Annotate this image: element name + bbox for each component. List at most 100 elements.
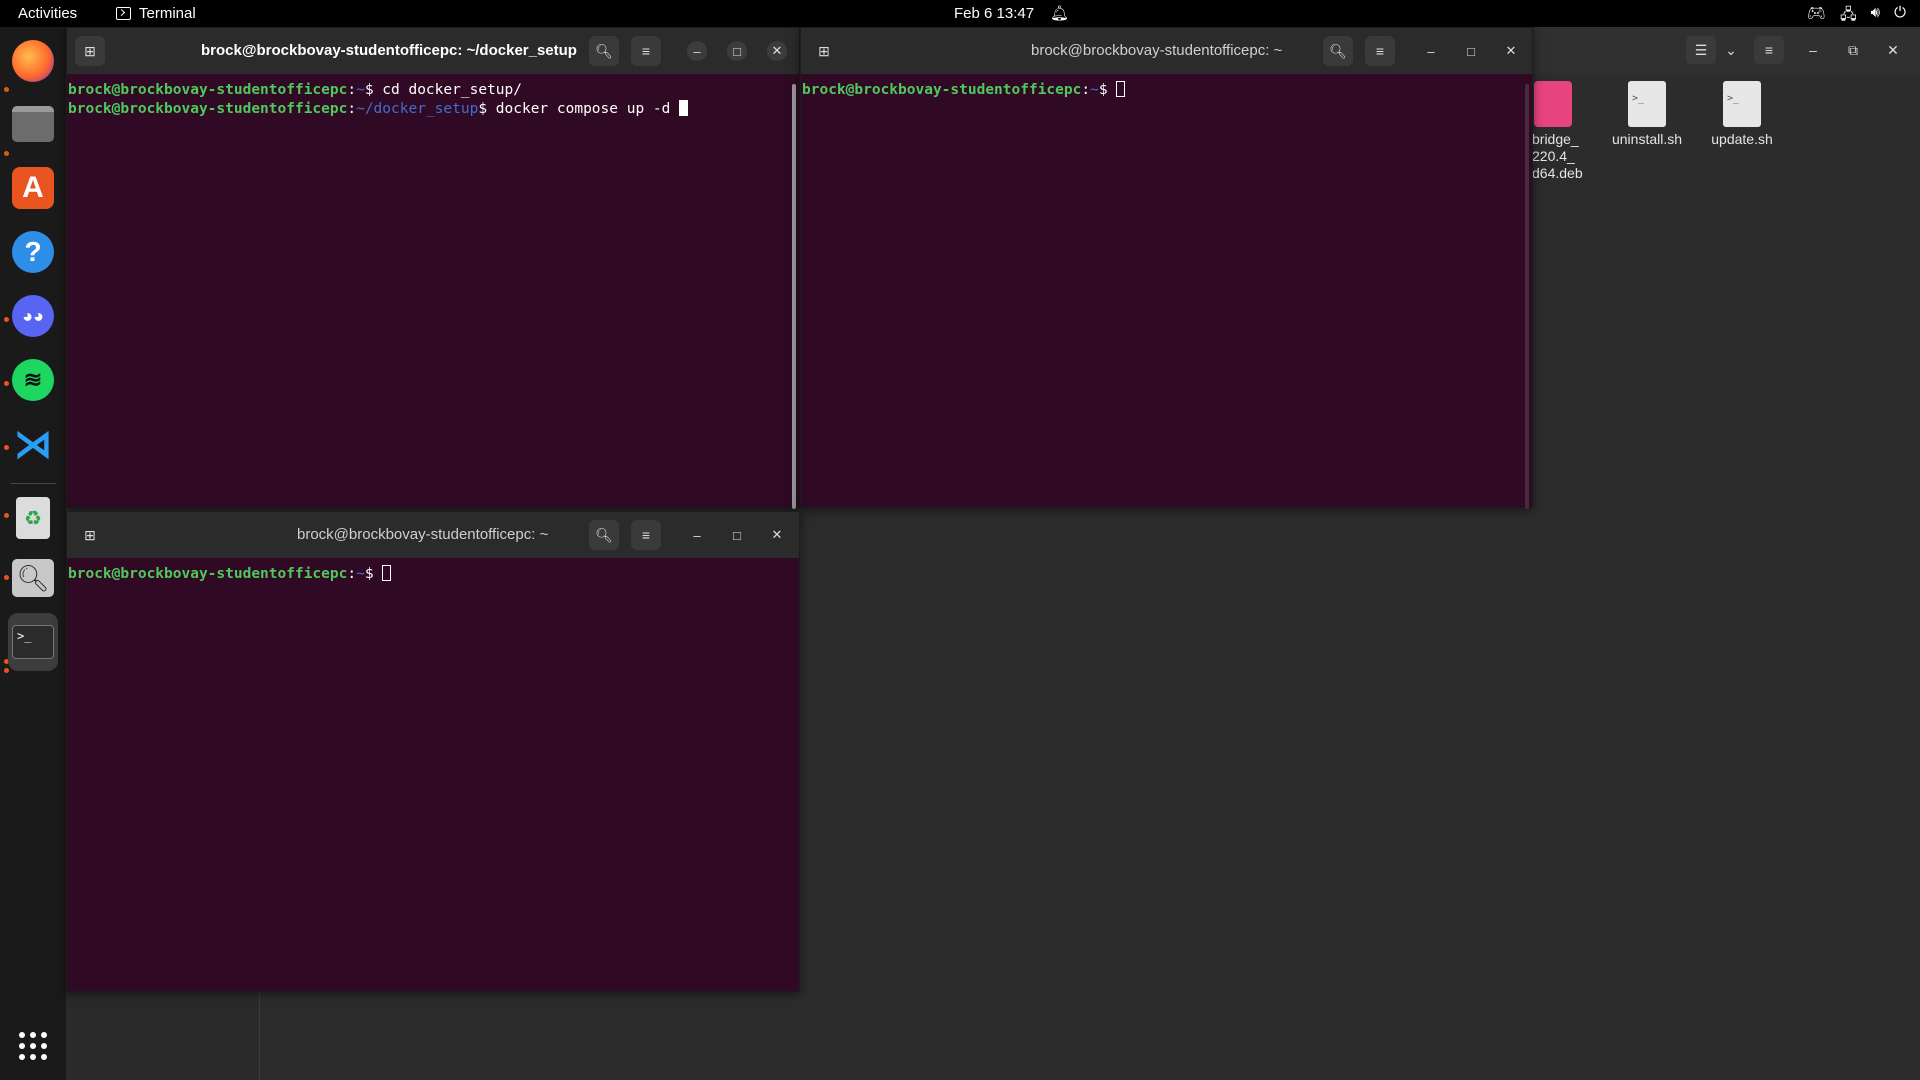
window-title: brock@brockbovay-studentofficepc: ~/dock… — [201, 42, 577, 59]
image-viewer-launcher[interactable]: 🔍︎ — [8, 553, 58, 603]
menu-button[interactable]: ≡ — [631, 520, 661, 550]
background-panel — [66, 992, 260, 1080]
minimize-button[interactable]: – — [687, 41, 707, 61]
app-indicator[interactable]: Terminal — [116, 5, 196, 22]
terminal-output[interactable]: brock@brockbovay-studentofficepc:~$ — [67, 558, 799, 991]
menu-button[interactable]: ≡ — [1365, 36, 1395, 66]
script-file-icon: >_ — [1723, 81, 1761, 127]
terminal-headerbar: ⊞ brock@brockbovay-studentofficepc: ~ 🔍︎… — [67, 512, 799, 558]
terminal-line: brock@brockbovay-studentofficepc:~$ — [802, 81, 1532, 100]
maximize-button[interactable]: □ — [727, 525, 747, 545]
spotify-launcher[interactable]: ≋ — [8, 355, 58, 405]
restore-button[interactable]: ⧉ — [1838, 36, 1868, 64]
trash-icon: ♻ — [16, 497, 50, 539]
text-cursor — [679, 99, 689, 116]
text-cursor — [1116, 81, 1126, 97]
menu-button[interactable]: ≡ — [1754, 36, 1784, 64]
magnifier-icon: 🔍︎ — [12, 559, 54, 597]
text-cursor — [382, 565, 392, 581]
prompt-user: brock@brockbovay-studentofficepc — [68, 100, 348, 117]
clock[interactable]: Feb 6 13:47 — [954, 5, 1034, 22]
terminal-app-icon: >_ — [12, 625, 54, 659]
deb-package-icon — [1534, 81, 1572, 127]
command-text: $ cd docker_setup/ — [364, 82, 522, 98]
close-button[interactable]: ✕ — [767, 41, 787, 61]
terminal-line: brock@brockbovay-studentofficepc:~/docke… — [68, 99, 799, 119]
help-icon: ? — [12, 231, 54, 273]
chevron-down-icon[interactable]: ⌄ — [1716, 36, 1746, 64]
close-button[interactable]: ✕ — [1501, 41, 1521, 61]
network-icon[interactable]: 🖧 — [1840, 4, 1857, 29]
command-text: $ docker compose up -d — [478, 100, 680, 117]
prompt-user: brock@brockbovay-studentofficepc — [68, 82, 348, 98]
terminal-window-docker-setup[interactable]: ⊞ brock@brockbovay-studentofficepc: ~/do… — [66, 27, 800, 509]
terminal-headerbar: ⊞ brock@brockbovay-studentofficepc: ~ 🔍︎… — [801, 28, 1532, 74]
search-button[interactable]: 🔍︎ — [589, 36, 619, 66]
maximize-button[interactable]: □ — [1461, 41, 1481, 61]
running-indicator — [4, 87, 9, 92]
trash-launcher[interactable]: ♻ — [8, 493, 58, 543]
scrollbar[interactable] — [1525, 84, 1529, 509]
file-manager-window: ☰ ⌄ ≡ – ⧉ ✕ bridge_ 220.4_ d64.deb >_ un… — [1532, 27, 1920, 1080]
prompt-user: brock@brockbovay-studentofficepc — [68, 566, 348, 582]
file-name: uninstall.sh — [1611, 131, 1683, 147]
file-item[interactable]: >_ uninstall.sh — [1602, 81, 1692, 147]
new-tab-button[interactable]: ⊞ — [75, 520, 105, 550]
command-text: $ — [1098, 82, 1117, 98]
terminal-window-home-2[interactable]: ⊞ brock@brockbovay-studentofficepc: ~ 🔍︎… — [66, 511, 800, 992]
discord-launcher[interactable]: ◕◕ — [8, 291, 58, 341]
view-list-button[interactable]: ☰ — [1686, 36, 1716, 64]
show-apps-button[interactable] — [8, 1021, 58, 1071]
maximize-button[interactable]: □ — [727, 41, 747, 61]
minimize-button[interactable]: – — [687, 525, 707, 545]
scrollbar[interactable] — [792, 84, 796, 509]
firefox-launcher[interactable] — [8, 36, 58, 86]
minimize-button[interactable]: – — [1421, 41, 1441, 61]
top-bar: Activities Terminal Feb 6 13:47 🔔︎ 🎮︎ 🖧 … — [0, 0, 1920, 27]
terminal-line: brock@brockbovay-studentofficepc:~$ — [68, 565, 799, 584]
terminal-window-home[interactable]: ⊞ brock@brockbovay-studentofficepc: ~ 🔍︎… — [800, 27, 1533, 509]
help-launcher[interactable]: ? — [8, 227, 58, 277]
close-button[interactable]: ✕ — [767, 525, 787, 545]
discord-tray-icon[interactable]: 🎮︎ — [1807, 4, 1826, 29]
file-manager-header: ☰ ⌄ ≡ – ⧉ ✕ — [1532, 27, 1920, 73]
script-file-icon: >_ — [1628, 81, 1666, 127]
prompt-path: ~ — [356, 82, 365, 98]
bell-icon[interactable]: 🔔︎ — [1050, 4, 1069, 22]
activities-button[interactable]: Activities — [18, 5, 77, 22]
terminal-output[interactable]: brock@brockbovay-studentofficepc:~$ — [801, 74, 1532, 507]
spotify-icon: ≋ — [12, 359, 54, 401]
app-center-launcher[interactable]: A — [8, 163, 58, 213]
prompt-path: ~ — [1090, 82, 1099, 98]
terminal-line: brock@brockbovay-studentofficepc:~$ cd d… — [68, 82, 522, 98]
system-tray[interactable]: 🎮︎ 🖧 🔊︎ ⏻ — [1807, 4, 1906, 29]
menu-button[interactable]: ≡ — [631, 36, 661, 66]
files-launcher[interactable] — [8, 99, 58, 149]
new-tab-button[interactable]: ⊞ — [809, 36, 839, 66]
vscode-launcher[interactable]: ⋊ — [8, 419, 58, 469]
prompt-path: ~/docker_setup — [356, 100, 479, 117]
terminal-icon — [116, 7, 131, 20]
terminal-headerbar: ⊞ brock@brockbovay-studentofficepc: ~/do… — [67, 28, 799, 74]
command-text: $ — [364, 566, 383, 582]
search-button[interactable]: 🔍︎ — [1323, 36, 1353, 66]
new-tab-button[interactable]: ⊞ — [75, 36, 105, 66]
close-button[interactable]: ✕ — [1878, 36, 1908, 64]
vscode-icon: ⋊ — [14, 423, 52, 466]
folder-icon — [12, 106, 54, 142]
file-name: update.sh — [1711, 131, 1773, 147]
app-center-icon: A — [12, 167, 54, 209]
window-title: brock@brockbovay-studentofficepc: ~ — [1031, 42, 1283, 59]
discord-icon: ◕◕ — [12, 295, 54, 337]
firefox-icon — [12, 40, 54, 82]
power-icon[interactable]: ⏻ — [1894, 4, 1906, 29]
minimize-button[interactable]: – — [1798, 36, 1828, 64]
file-item[interactable]: >_ update.sh — [1697, 81, 1787, 147]
terminal-launcher[interactable]: >_ — [8, 613, 58, 671]
search-button[interactable]: 🔍︎ — [589, 520, 619, 550]
app-name: Terminal — [139, 5, 196, 22]
terminal-output[interactable]: brock@brockbovay-studentofficepc:~$ cd d… — [67, 74, 799, 507]
volume-icon[interactable]: 🔊︎ — [1871, 4, 1880, 29]
grid-icon — [19, 1032, 47, 1060]
window-title: brock@brockbovay-studentofficepc: ~ — [297, 526, 549, 543]
